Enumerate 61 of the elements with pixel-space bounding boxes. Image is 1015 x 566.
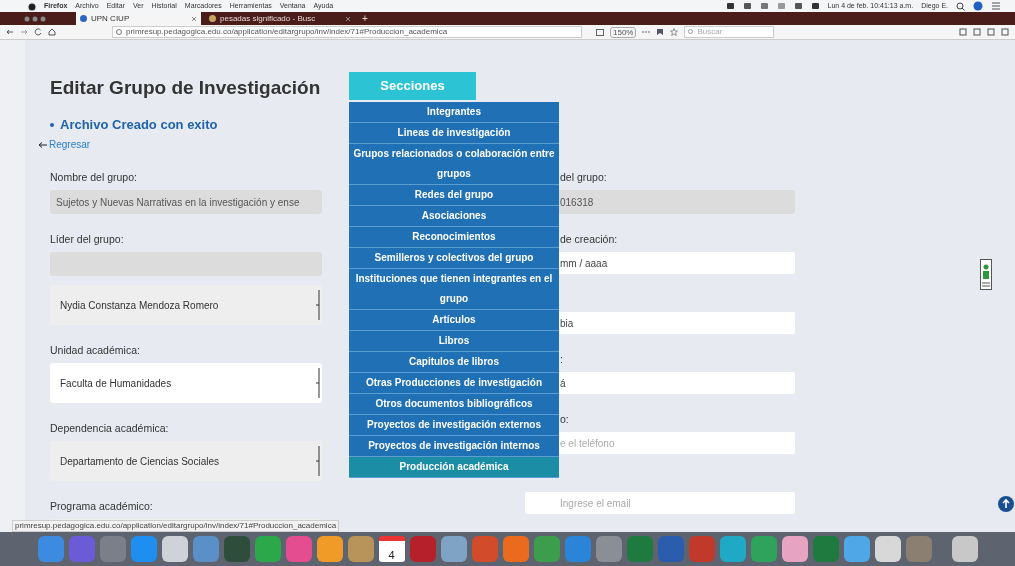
window-controls-icon[interactable] <box>24 15 46 22</box>
reader-icon[interactable] <box>596 28 604 36</box>
select-bracket-icon <box>315 445 320 477</box>
favicon-icon <box>80 15 87 22</box>
bookmark-star-icon[interactable] <box>670 28 679 36</box>
field-label: Programa académico: <box>50 499 154 513</box>
bullet-icon <box>50 123 54 127</box>
url-field[interactable]: primresup.pedagogica.edu.co/application/editargrupo/inv/index/71#Produccion_academica <box>112 26 582 38</box>
reload-icon[interactable] <box>34 28 42 36</box>
accessibility-icon[interactable] <box>980 259 992 290</box>
app-icon[interactable] <box>781 536 808 562</box>
forward-icon[interactable] <box>20 28 28 36</box>
app-icon[interactable] <box>130 536 157 562</box>
field-label: de creación: <box>559 232 619 246</box>
menu-icon[interactable] <box>991 1 1001 11</box>
field-label: Nombre del grupo: <box>50 170 138 184</box>
zoom-button[interactable]: 150% <box>610 26 637 38</box>
close-icon[interactable] <box>345 15 351 22</box>
field-label: del grupo: <box>559 170 608 184</box>
select-field[interactable]: Nydia Constanza Mendoza Romero <box>50 285 322 325</box>
scroll-up-button[interactable] <box>998 496 1014 512</box>
app-icon[interactable] <box>874 536 901 562</box>
app-icon[interactable] <box>254 536 281 562</box>
app-icon[interactable] <box>192 536 219 562</box>
field-label: Líder del grupo: <box>50 232 125 246</box>
select-field[interactable]: Departamento de Ciencias Sociales <box>50 441 322 481</box>
browser-tab[interactable]: UPN CIUP <box>76 12 201 25</box>
app-icon[interactable] <box>595 536 622 562</box>
select-bracket-icon <box>315 289 320 321</box>
new-tab-button[interactable]: + <box>359 12 371 25</box>
page-title: Editar Grupo de Investigación <box>50 76 321 100</box>
back-icon[interactable] <box>6 28 14 36</box>
field-label: Dependencia académica: <box>50 421 170 435</box>
app-icon[interactable] <box>750 536 777 562</box>
select-field[interactable]: Faculta de Humanidades <box>50 363 322 403</box>
select-bracket-icon <box>315 367 320 399</box>
field-label: Unidad académica: <box>50 343 141 357</box>
favicon-icon <box>209 15 216 22</box>
home-icon[interactable] <box>48 28 56 36</box>
app-icon[interactable] <box>161 536 188 562</box>
tab-label: UPN CIUP <box>91 12 131 25</box>
app-icon[interactable] <box>502 536 529 562</box>
app-icon[interactable] <box>37 536 64 562</box>
success-message: Archivo Creado con exito <box>60 116 218 134</box>
app-icon[interactable] <box>951 536 978 562</box>
status-url-tooltip: primresup.pedagogica.edu.co/application/editargrupo/inv/index/71#Produccion_academica <box>12 520 340 532</box>
arrow-left-icon <box>38 142 47 148</box>
close-icon[interactable] <box>191 15 197 22</box>
app-icon[interactable] <box>316 536 343 562</box>
app-icon[interactable] <box>843 536 870 562</box>
more-icon[interactable] <box>642 29 651 35</box>
tab-label: pesadas significado - Busc <box>220 12 317 25</box>
calendar-icon[interactable]: 4 <box>378 536 405 562</box>
back-link[interactable]: Regresar <box>38 138 91 152</box>
app-icon[interactable] <box>440 536 467 562</box>
app-icon[interactable] <box>347 536 374 562</box>
readonly-field: Sujetos y Nuevas Narrativas en la investigación y ense <box>50 190 322 214</box>
app-icon[interactable] <box>533 536 560 562</box>
app-icon[interactable] <box>719 536 746 562</box>
field-label: : <box>559 352 564 366</box>
menu-item[interactable]: Producción académica <box>349 457 559 478</box>
